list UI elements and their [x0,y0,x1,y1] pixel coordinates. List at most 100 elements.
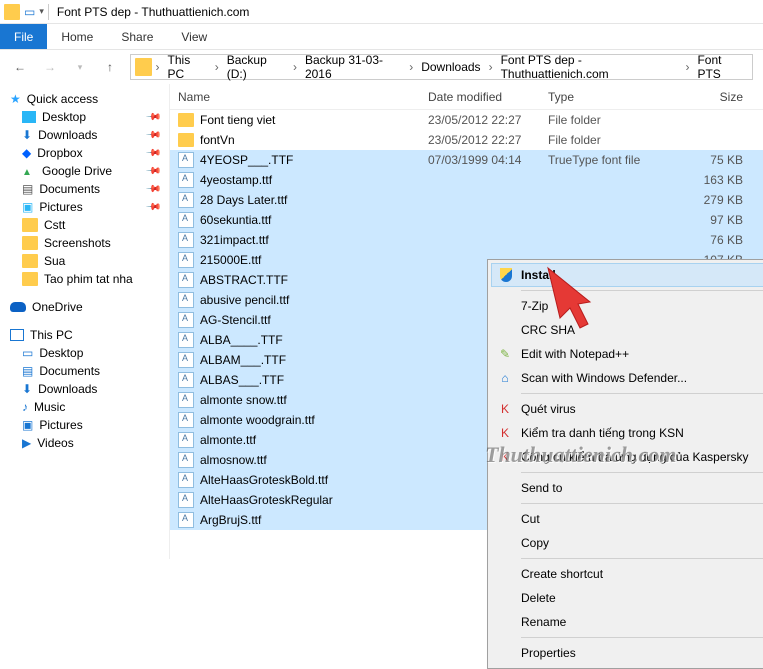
file-type: File folder [548,113,663,127]
ctx-npp-label: Edit with Notepad++ [521,347,629,361]
up-button[interactable]: ↑ [100,57,120,77]
sidebar-item[interactable]: Tao phim tat nha [4,270,165,288]
sidebar-quick-access[interactable]: ★ Quick access [4,90,165,108]
ctx-sendto-label: Send to [521,481,562,495]
sidebar-item[interactable]: ⬇Downloads [4,380,165,398]
title-bar: ▭ ▾ Font PTS dep - Thuthuattienich.com [0,0,763,24]
ctx-cut-label: Cut [521,512,540,526]
ctx-notepadpp[interactable]: ✎ Edit with Notepad++ [491,342,763,366]
ctx-delete[interactable]: Delete [491,586,763,610]
tab-share[interactable]: Share [107,24,167,49]
chevron-right-icon[interactable]: › [215,60,219,74]
ctx-kaspersky[interactable]: K Công cụ kiểm tra ứng dụng của Kaspersk… [491,445,763,469]
forward-button[interactable]: → [40,57,60,77]
file-name: abusive pencil.ttf [200,293,289,307]
font-file-icon [178,412,194,428]
chevron-right-icon[interactable]: › [409,60,413,74]
sidebar-item[interactable]: Desktop📌 [4,108,165,126]
ctx-shortcut-label: Create shortcut [521,567,603,581]
ctx-rename-label: Rename [521,615,566,629]
qat-props-icon[interactable]: ▭ [24,5,35,19]
file-name: 321impact.ttf [200,233,269,247]
file-row[interactable]: 4YEOSP___.TTF07/03/1999 04:14TrueType fo… [170,150,763,170]
chevron-right-icon[interactable]: › [156,60,160,74]
ctx-copy[interactable]: Copy [491,531,763,555]
sidebar-item[interactable]: ▤Documents [4,362,165,380]
file-row[interactable]: Font tieng viet23/05/2012 22:27File fold… [170,110,763,130]
back-button[interactable]: ← [10,57,30,77]
ctx-crc[interactable]: CRC SHA 〉 [491,318,763,342]
folder-icon [178,133,194,147]
ctx-7zip-label: 7-Zip [521,299,548,313]
bc-seg[interactable]: This PC [164,53,211,81]
ctx-defender[interactable]: ⌂ Scan with Windows Defender... [491,366,763,390]
bc-seg[interactable]: Font PTS [693,53,748,81]
separator [48,4,49,20]
sidebar-onedrive[interactable]: OneDrive [4,298,165,316]
file-row[interactable]: 321impact.ttf76 KB [170,230,763,250]
ctx-create-shortcut[interactable]: Create shortcut [491,562,763,586]
sidebar-item-label: Documents [39,182,100,196]
ctx-quet-virus[interactable]: K Quét virus [491,397,763,421]
sidebar-item-label: Desktop [39,346,83,360]
file-row[interactable]: 28 Days Later.ttf279 KB [170,190,763,210]
ctx-delete-label: Delete [521,591,556,605]
sidebar-item[interactable]: ▶Videos [4,434,165,452]
ctx-properties[interactable]: Properties [491,641,763,665]
file-row[interactable]: 60sekuntia.ttf97 KB [170,210,763,230]
ctx-install[interactable]: Install [491,263,763,287]
chevron-right-icon[interactable]: › [685,60,689,74]
chevron-right-icon[interactable]: › [489,60,493,74]
bc-seg[interactable]: Backup (D:) [223,53,289,81]
tab-view[interactable]: View [167,24,221,49]
sidebar-item-label: Downloads [38,128,97,142]
ctx-ksn[interactable]: K Kiểm tra danh tiếng trong KSN [491,421,763,445]
sidebar-item[interactable]: ▤Documents📌 [4,180,165,198]
col-size[interactable]: Size [663,90,763,104]
sidebar-thispc[interactable]: This PC [4,326,165,344]
file-name: ABSTRACT.TTF [200,273,288,287]
file-row[interactable]: fontVn23/05/2012 22:27File folder [170,130,763,150]
sidebar-item-label: Videos [37,436,73,450]
sidebar-item[interactable]: ▣Pictures [4,416,165,434]
ctx-crc-label: CRC SHA [521,323,575,337]
file-size: 75 KB [663,153,763,167]
tab-file[interactable]: File [0,24,47,49]
sidebar-item[interactable]: ♪Music [4,398,165,416]
onedrive-label: OneDrive [32,300,83,314]
sidebar-item[interactable]: Cstt [4,216,165,234]
bc-seg[interactable]: Font PTS dep - Thuthuattienich.com [497,53,682,81]
bc-seg[interactable]: Backup 31-03-2016 [301,53,405,81]
sidebar-item[interactable]: ⬇Downloads📌 [4,126,165,144]
file-name: ALBA____.TTF [200,333,283,347]
context-menu: Install 7-Zip 〉 CRC SHA 〉 ✎ Edit with No… [487,259,763,669]
font-file-icon [178,212,194,228]
sidebar-item[interactable]: Google Drive📌 [4,162,165,180]
tab-home[interactable]: Home [47,24,107,49]
sidebar-item[interactable]: ▭Desktop [4,344,165,362]
folder-icon [178,113,194,127]
recent-dropdown[interactable]: ▾ [70,57,90,77]
font-file-icon [178,452,194,468]
sidebar-item[interactable]: Screenshots [4,234,165,252]
window-title: Font PTS dep - Thuthuattienich.com [57,5,250,19]
column-headers: Name Date modified Type Size [170,84,763,110]
sidebar-item[interactable]: ◆Dropbox📌 [4,144,165,162]
file-name: almonte snow.ttf [200,393,287,407]
qat-dropdown-icon[interactable]: ▾ [39,6,44,17]
sidebar-item[interactable]: Sua [4,252,165,270]
font-file-icon [178,172,194,188]
file-row[interactable]: 4yeostamp.ttf163 KB [170,170,763,190]
ctx-rename[interactable]: Rename [491,610,763,634]
ctx-cut[interactable]: Cut [491,507,763,531]
chevron-right-icon[interactable]: › [293,60,297,74]
col-date[interactable]: Date modified [428,90,548,104]
col-type[interactable]: Type [548,90,663,104]
ctx-7zip[interactable]: 7-Zip 〉 [491,294,763,318]
breadcrumb[interactable]: › This PC › Backup (D:) › Backup 31-03-2… [130,54,753,80]
col-name[interactable]: Name [178,90,428,104]
bc-seg[interactable]: Downloads [417,60,484,74]
ctx-send-to[interactable]: Send to 〉 [491,476,763,500]
sidebar-item[interactable]: ▣Pictures📌 [4,198,165,216]
ctx-defender-label: Scan with Windows Defender... [521,371,687,385]
